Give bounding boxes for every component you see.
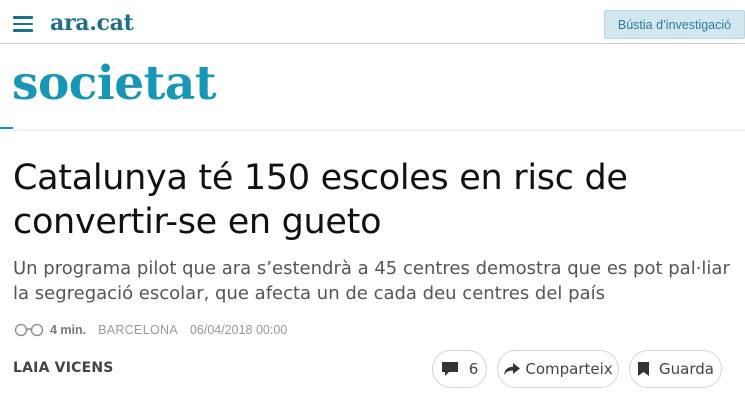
article-location: BARCELONA <box>98 323 178 337</box>
comment-bubble-icon <box>441 362 458 376</box>
section-title[interactable]: societat <box>12 60 217 107</box>
article-headline: Catalunya té 150 escoles en risc de conv… <box>13 158 628 242</box>
article-datetime: 06/04/2018 00:00 <box>189 323 288 337</box>
top-bar: ara.cat Bústia d’investigació <box>0 0 745 44</box>
bustia-investigacio-button[interactable]: Bústia d’investigació <box>604 10 745 39</box>
save-label: Guarda <box>659 360 714 378</box>
section-accent-line <box>0 127 13 129</box>
share-button[interactable]: Comparteix <box>497 350 619 388</box>
share-arrow-icon <box>504 363 521 375</box>
save-button[interactable]: Guarda <box>629 350 722 388</box>
bookmark-icon <box>638 362 650 376</box>
article-subheadline: Un programa pilot que ara s’estendrà a 4… <box>13 258 730 304</box>
hamburger-menu-icon[interactable] <box>13 16 33 32</box>
glasses-icon <box>14 323 44 337</box>
comments-count: 6 <box>468 360 479 378</box>
site-logo[interactable]: ara.cat <box>50 10 134 36</box>
section-divider <box>13 129 745 132</box>
comments-button[interactable]: 6 <box>432 350 487 388</box>
share-label: Comparteix <box>525 360 613 378</box>
read-time: 4 min. <box>50 323 87 337</box>
article-author[interactable]: LAIA VICENS <box>13 360 114 376</box>
article-meta: 4 min. BARCELONA 06/04/2018 00:00 <box>13 320 287 340</box>
